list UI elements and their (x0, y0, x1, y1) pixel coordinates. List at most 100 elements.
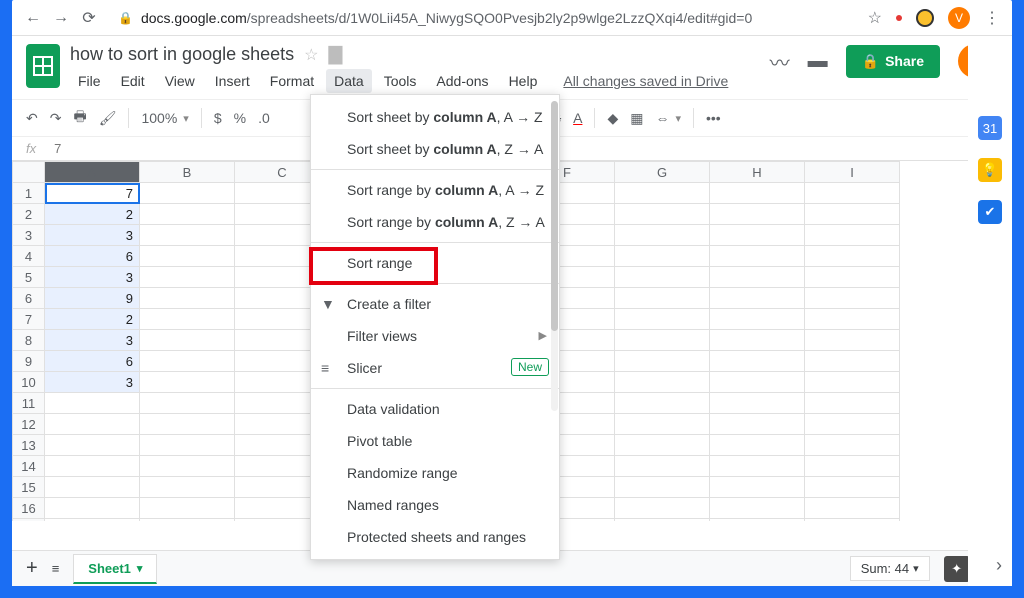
explore-button[interactable]: ✦ (944, 556, 970, 582)
all-sheets-button[interactable]: ≡ (52, 561, 60, 576)
menu-edit[interactable]: Edit (113, 69, 153, 93)
row-header[interactable]: 14 (13, 456, 45, 477)
menu-filter-views[interactable]: Filter views▶ (311, 320, 559, 352)
cell[interactable] (45, 477, 140, 498)
side-panel-toggle-icon[interactable]: › (996, 555, 1002, 576)
add-sheet-button[interactable]: + (26, 557, 38, 580)
menu-view[interactable]: View (157, 69, 203, 93)
menu-sort-sheet-az[interactable]: Sort sheet by column A, A → Z (311, 101, 559, 133)
row-header[interactable]: 6 (13, 288, 45, 309)
menu-create-filter[interactable]: ▼Create a filter (311, 288, 559, 320)
cell[interactable]: 6 (45, 246, 140, 267)
cell[interactable] (45, 393, 140, 414)
cell[interactable]: 3 (45, 372, 140, 393)
currency-button[interactable]: $ (214, 110, 222, 126)
menu-sort-sheet-za[interactable]: Sort sheet by column A, Z → A (311, 133, 559, 165)
print-button[interactable]: 🖶 (73, 106, 86, 130)
redo-button[interactable]: ↷ (50, 110, 62, 127)
textcolor-button[interactable]: A (573, 110, 582, 126)
cell[interactable] (45, 456, 140, 477)
menu-randomize-range[interactable]: Randomize range (311, 457, 559, 489)
tasks-icon[interactable]: ✔ (978, 200, 1002, 224)
bookmark-star-icon[interactable]: ☆ (868, 8, 882, 28)
paint-format-button[interactable]: 🖌 (99, 110, 117, 127)
reload-button[interactable]: ⟳ (80, 9, 98, 27)
extension-icon-2[interactable] (916, 9, 934, 27)
share-button[interactable]: 🔒 Share (846, 45, 940, 78)
row-header[interactable]: 8 (13, 330, 45, 351)
cell[interactable]: 2 (45, 204, 140, 225)
cell[interactable]: 7 (45, 183, 140, 204)
cell[interactable] (45, 498, 140, 519)
sheet-tab[interactable]: Sheet1▾ (73, 554, 157, 584)
calendar-icon[interactable]: 31 (978, 116, 1002, 140)
col-header-A[interactable]: A (45, 162, 140, 183)
menu-sort-range-az[interactable]: Sort range by column A, A → Z (311, 174, 559, 206)
row-header[interactable]: 5 (13, 267, 45, 288)
col-header-B[interactable]: B (140, 162, 235, 183)
quicksum-box[interactable]: Sum: 44▾ (850, 556, 930, 581)
comments-icon[interactable]: ▬ (808, 50, 828, 73)
row-header[interactable]: 4 (13, 246, 45, 267)
menu-tools[interactable]: Tools (376, 69, 425, 93)
merge-button[interactable]: ⇔ (655, 110, 669, 126)
borders-button[interactable]: ▦ (630, 110, 643, 127)
trend-icon[interactable]: 〰 (770, 47, 790, 76)
row-header[interactable]: 16 (13, 498, 45, 519)
address-bar[interactable]: 🔒 docs.google.com/spreadsheets/d/1W0Lii4… (108, 10, 858, 26)
menu-pivot-table[interactable]: Pivot table (311, 425, 559, 457)
select-all-corner[interactable] (13, 162, 45, 183)
menu-format[interactable]: Format (262, 69, 322, 93)
cell[interactable]: 9 (45, 288, 140, 309)
row-header[interactable]: 1 (13, 183, 45, 204)
menu-file[interactable]: File (70, 69, 109, 93)
col-header-I[interactable]: I (805, 162, 900, 183)
keep-icon[interactable]: 💡 (978, 158, 1002, 182)
back-button[interactable]: ← (24, 9, 42, 27)
menu-insert[interactable]: Insert (207, 69, 258, 93)
undo-button[interactable]: ↶ (26, 110, 38, 127)
menu-help[interactable]: Help (501, 69, 546, 93)
row-header[interactable]: 7 (13, 309, 45, 330)
row-header[interactable]: 9 (13, 351, 45, 372)
cell[interactable]: 2 (45, 309, 140, 330)
folder-icon[interactable]: ▇ (328, 44, 342, 65)
row-header[interactable]: 11 (13, 393, 45, 414)
extension-icon-1[interactable] (896, 15, 902, 21)
cell[interactable]: 3 (45, 225, 140, 246)
col-header-G[interactable]: G (615, 162, 710, 183)
fill-button[interactable]: ◆ (607, 110, 618, 127)
kebab-menu-icon[interactable]: ⋮ (984, 8, 1000, 28)
forward-button[interactable]: → (52, 9, 70, 27)
cell[interactable] (45, 435, 140, 456)
menu-sort-range-za[interactable]: Sort range by column A, Z → A (311, 206, 559, 238)
menu-named-ranges[interactable]: Named ranges (311, 489, 559, 521)
profile-avatar[interactable]: V (948, 7, 970, 29)
menu-slicer[interactable]: ≡SlicerNew (311, 352, 559, 384)
more-formats-button[interactable]: ••• (706, 110, 721, 126)
row-header[interactable]: 2 (13, 204, 45, 225)
row-header[interactable]: 3 (13, 225, 45, 246)
row-header[interactable]: 12 (13, 414, 45, 435)
star-icon[interactable]: ☆ (304, 45, 318, 65)
zoom-select[interactable]: 100% (141, 110, 177, 126)
col-header-H[interactable]: H (710, 162, 805, 183)
row-header[interactable]: 17 (13, 519, 45, 522)
cell[interactable] (45, 519, 140, 522)
cell[interactable]: 3 (45, 267, 140, 288)
menu-addons[interactable]: Add-ons (428, 69, 496, 93)
menu-data-validation[interactable]: Data validation (311, 393, 559, 425)
cell[interactable] (45, 414, 140, 435)
dec-button[interactable]: .0 (258, 110, 270, 126)
percent-button[interactable]: % (234, 110, 246, 126)
sheets-logo-icon[interactable] (26, 44, 60, 88)
row-header[interactable]: 15 (13, 477, 45, 498)
row-header[interactable]: 10 (13, 372, 45, 393)
cell[interactable]: 6 (45, 351, 140, 372)
doc-title[interactable]: how to sort in google sheets (70, 44, 294, 65)
menu-data[interactable]: Data (326, 69, 372, 93)
menu-protected-ranges[interactable]: Protected sheets and ranges (311, 521, 559, 553)
menu-sort-range[interactable]: Sort range (311, 247, 559, 279)
cell[interactable]: 3 (45, 330, 140, 351)
save-status[interactable]: All changes saved in Drive (555, 69, 736, 93)
